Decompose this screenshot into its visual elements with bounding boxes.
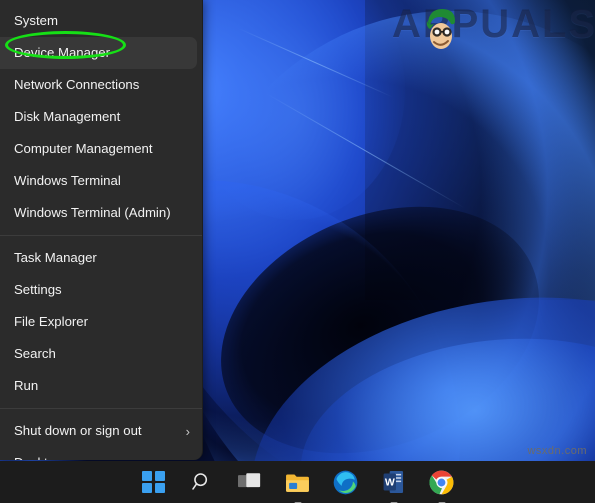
menu-item-shut-down-or-sign-out[interactable]: Shut down or sign out › — [0, 415, 202, 447]
task-view-icon — [237, 473, 260, 488]
menu-item-label: Task Manager — [14, 250, 97, 266]
menu-item-label: Shut down or sign out — [14, 423, 142, 439]
menu-group-system: System Device Manager Network Connection… — [0, 5, 202, 229]
menu-item-label: Network Connections — [14, 77, 140, 93]
microsoft-edge-icon — [333, 470, 358, 494]
menu-group-tools: Task Manager Settings File Explorer Sear… — [0, 242, 202, 402]
menu-item-label: Windows Terminal — [14, 173, 121, 189]
search-icon — [191, 473, 207, 490]
appuals-mascot-logo — [426, 9, 455, 49]
menu-item-desktop[interactable]: Desktop — [0, 447, 202, 460]
winx-quick-link-menu[interactable]: System Device Manager Network Connection… — [0, 0, 203, 460]
chevron-right-icon: › — [185, 423, 190, 439]
taskbar-button-microsoft-edge[interactable] — [333, 469, 359, 495]
menu-item-label: Desktop — [14, 456, 190, 460]
menu-group-session: Shut down or sign out › Desktop — [0, 415, 202, 460]
file-explorer-icon — [286, 473, 309, 492]
taskbar-button-file-explorer[interactable] — [285, 469, 311, 503]
menu-item-file-explorer[interactable]: File Explorer — [0, 306, 202, 338]
menu-separator-1 — [0, 235, 202, 236]
menu-item-task-manager[interactable]: Task Manager — [0, 242, 202, 274]
taskbar-button-task-view[interactable] — [237, 469, 263, 495]
menu-item-network-connections[interactable]: Network Connections — [0, 69, 202, 101]
menu-item-windows-terminal-admin[interactable]: Windows Terminal (Admin) — [0, 197, 202, 229]
menu-item-label: Search — [14, 346, 56, 362]
menu-item-label: System — [14, 13, 58, 29]
menu-item-label: Settings — [14, 282, 62, 298]
taskbar-button-google-chrome[interactable] — [429, 469, 455, 503]
microsoft-word-icon: W — [383, 471, 404, 493]
menu-item-label: Disk Management — [14, 109, 121, 125]
svg-text:W: W — [385, 476, 395, 488]
menu-item-run[interactable]: Run — [0, 370, 202, 402]
menu-item-device-manager[interactable]: Device Manager — [0, 37, 197, 69]
menu-item-label: Device Manager — [14, 45, 111, 61]
google-chrome-icon — [429, 470, 454, 494]
taskbar-button-search[interactable] — [189, 469, 215, 495]
wsxdn-watermark-text: wsxdn.com — [527, 445, 587, 457]
menu-item-label: Run — [14, 378, 39, 394]
menu-item-system[interactable]: System — [0, 5, 202, 37]
menu-item-search[interactable]: Search — [0, 338, 202, 370]
taskbar-button-start[interactable] — [141, 469, 167, 495]
menu-item-label: Windows Terminal (Admin) — [14, 205, 171, 221]
menu-item-windows-terminal[interactable]: Windows Terminal — [0, 165, 202, 197]
desktop-screen: APPUALS wsxdn.com System Device Manager — [0, 0, 595, 503]
menu-item-settings[interactable]: Settings — [0, 274, 202, 306]
windows-start-icon — [142, 470, 165, 494]
menu-item-label: Computer Management — [14, 141, 153, 157]
menu-item-disk-management[interactable]: Disk Management — [0, 101, 202, 133]
menu-item-label: File Explorer — [14, 314, 89, 330]
taskbar-button-microsoft-word[interactable]: W — [381, 469, 407, 503]
taskbar[interactable]: W — [0, 461, 595, 503]
menu-separator-2 — [0, 408, 202, 409]
menu-item-computer-management[interactable]: Computer Management — [0, 133, 202, 165]
